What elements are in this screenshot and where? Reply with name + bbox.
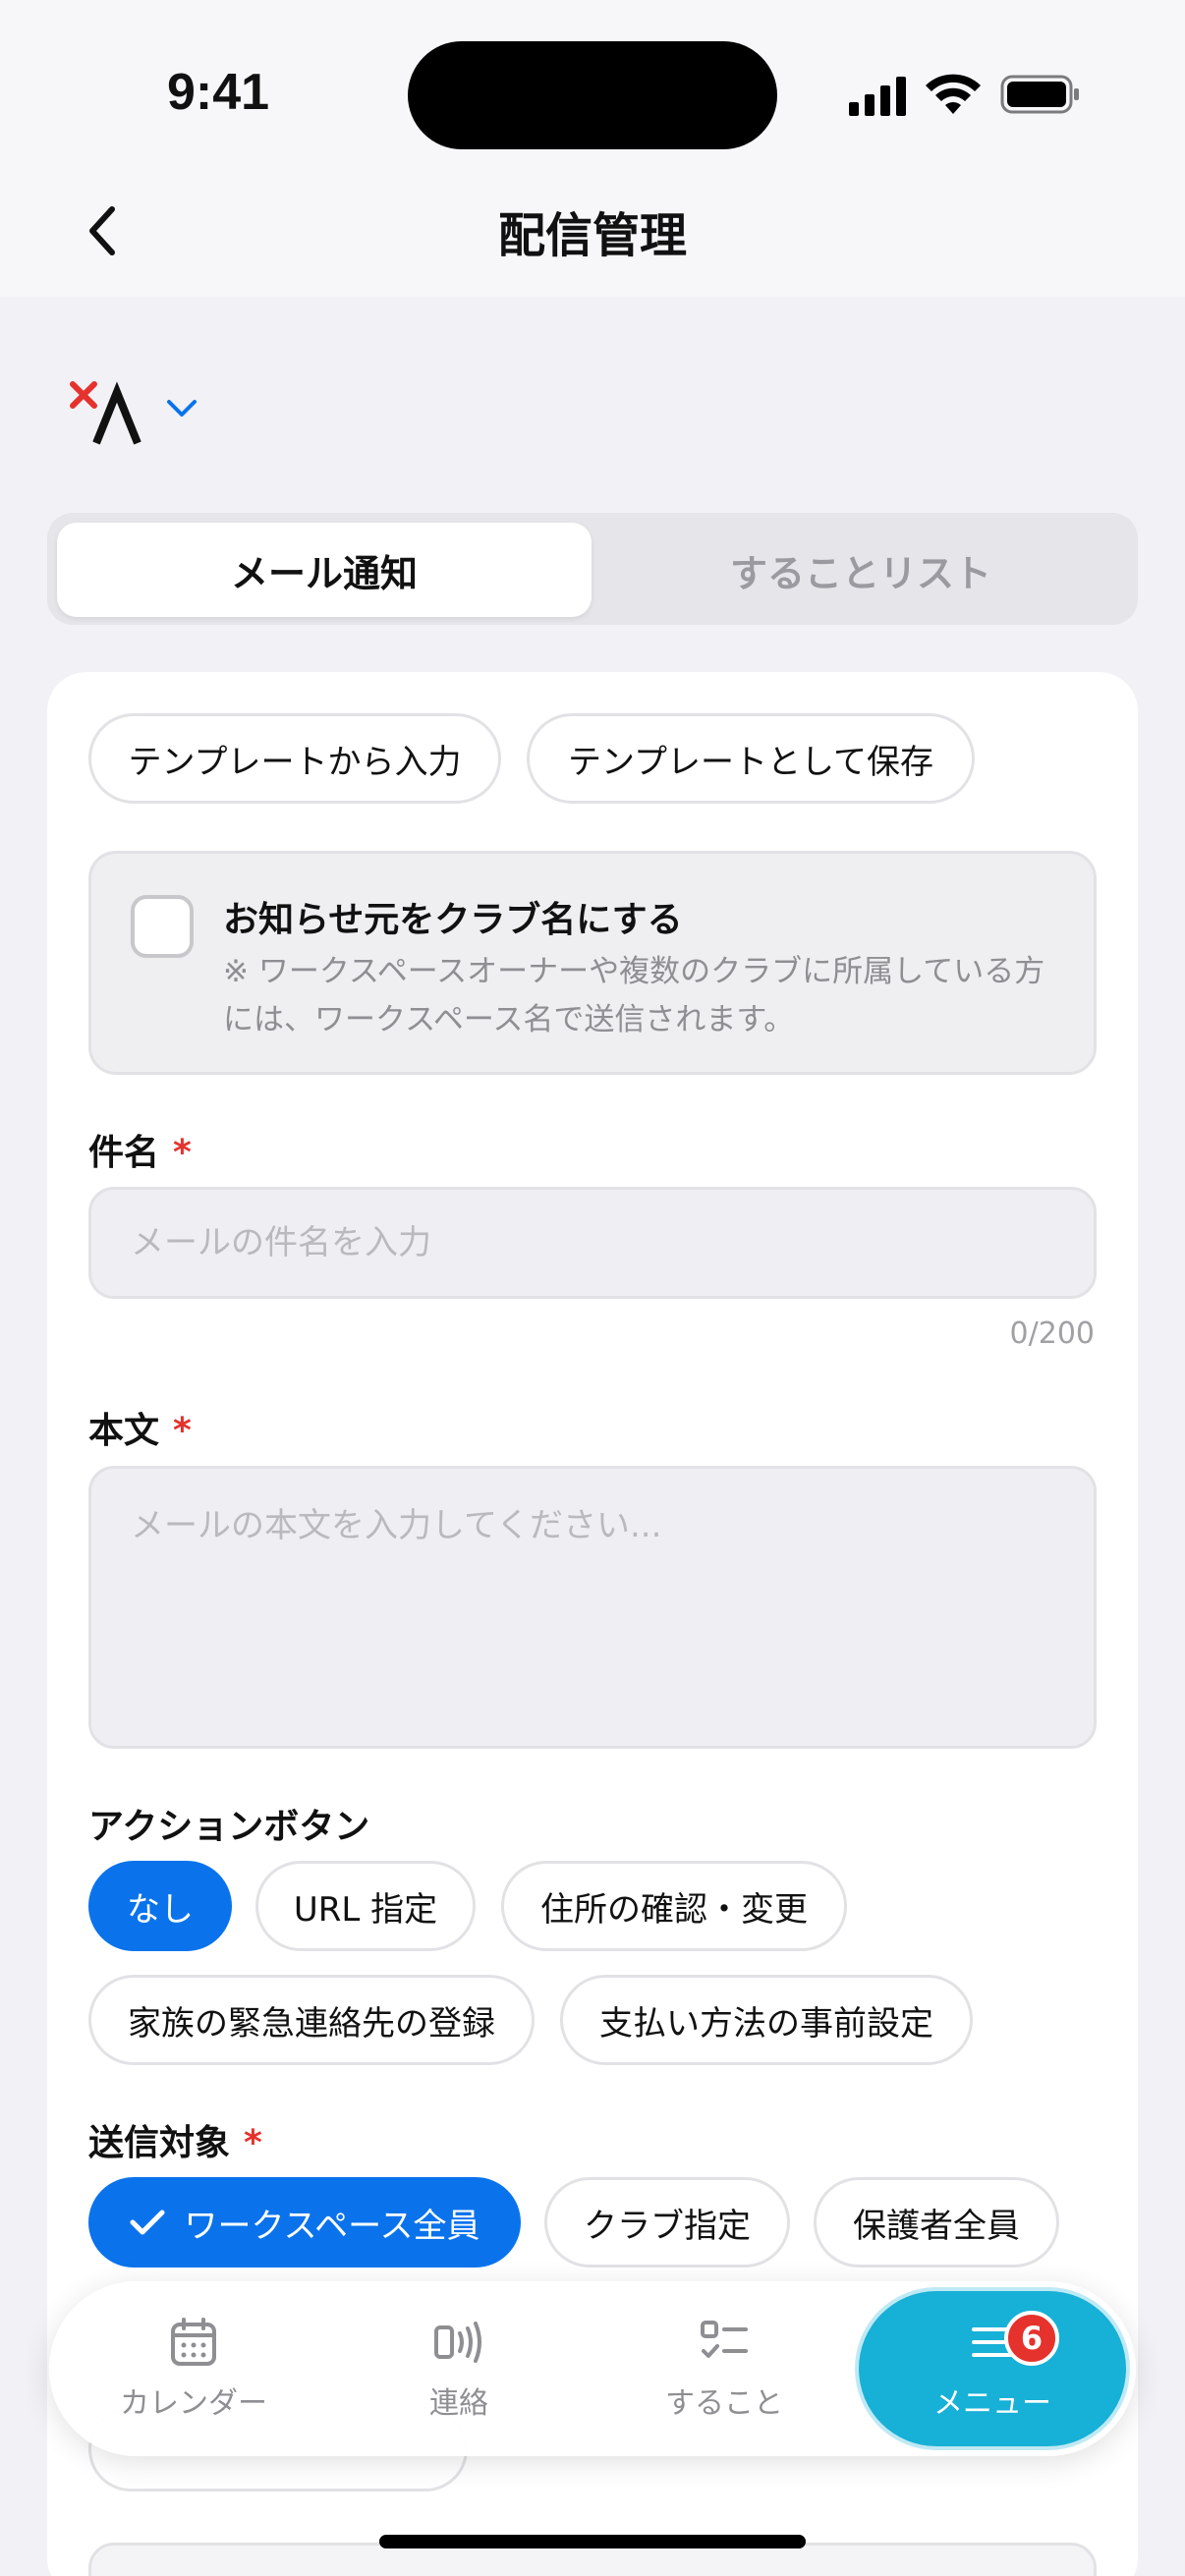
checklist-icon xyxy=(701,2321,748,2358)
status-time: 9:41 xyxy=(167,64,270,121)
chevron-down-icon[interactable] xyxy=(165,396,198,421)
action-option-address[interactable]: 住所の確認・変更 xyxy=(501,1861,847,1951)
club-sender-desc: ※ ワークスペースオーナーや複数のクラブに所属している方には、ワークスペース名で… xyxy=(223,954,1045,1037)
tab-calendar-label: カレンダー xyxy=(120,2386,267,2421)
check-icon xyxy=(130,2210,165,2235)
subject-label: 件名 * xyxy=(88,1133,192,1173)
template-save-button[interactable]: テンプレートとして保存 xyxy=(527,713,975,804)
status-bar: 9:41 xyxy=(0,0,1185,177)
action-option-emergency-contact[interactable]: 家族の緊急連絡先の登録 xyxy=(88,1975,535,2065)
tab-calendar[interactable]: カレンダー xyxy=(71,2281,316,2456)
notification-badge: 6 xyxy=(1004,2311,1059,2366)
broadcast-icon xyxy=(434,2322,481,2363)
action-option-payment[interactable]: 支払い方法の事前設定 xyxy=(560,1975,973,2065)
club-sender-option: お知らせ元をクラブ名にする ※ ワークスペースオーナーや複数のクラブに所属してい… xyxy=(88,851,1097,1075)
page-title: 配信管理 xyxy=(497,208,687,263)
action-option-none[interactable]: なし xyxy=(88,1861,232,1951)
signal-icon xyxy=(849,77,906,116)
tab-menu-label: メニュー xyxy=(933,2386,1051,2421)
segmented-control: メール通知 することリスト xyxy=(47,513,1138,625)
target-option-all-workspace[interactable]: ワークスペース全員 xyxy=(88,2177,521,2268)
required-mark: * xyxy=(173,1411,192,1451)
tab-todo-list[interactable]: することリスト xyxy=(593,523,1128,617)
club-sender-title: お知らせ元をクラブ名にする xyxy=(223,900,683,940)
target-option-club[interactable]: クラブ指定 xyxy=(544,2177,790,2268)
subject-counter: 0/200 xyxy=(1009,1316,1095,1351)
dynamic-island xyxy=(408,41,777,149)
tab-todo-label: すること xyxy=(665,2386,783,2421)
tab-todo[interactable]: すること xyxy=(601,2281,847,2456)
workspace-logo-icon[interactable] xyxy=(69,378,157,447)
tab-bar: カレンダー 連絡 すること メニュー 6 xyxy=(49,2281,1136,2456)
wifi-icon xyxy=(926,74,981,114)
calendar-icon xyxy=(171,2318,216,2366)
required-mark: * xyxy=(244,2123,262,2163)
target-label: 送信対象 * xyxy=(88,2123,262,2163)
required-mark: * xyxy=(173,1133,192,1173)
tab-contact-label: 連絡 xyxy=(429,2386,488,2421)
body-label: 本文 * xyxy=(88,1411,192,1451)
action-option-url[interactable]: URL 指定 xyxy=(255,1861,476,1951)
tab-menu[interactable]: メニュー 6 xyxy=(859,2291,1126,2446)
home-indicator xyxy=(379,2535,806,2548)
action-button-label: アクションボタン xyxy=(88,1807,370,1847)
club-sender-checkbox[interactable] xyxy=(131,895,194,958)
tab-contact[interactable]: 連絡 xyxy=(336,2281,582,2456)
target-option-guardians[interactable]: 保護者全員 xyxy=(814,2177,1059,2268)
tab-email-notification[interactable]: メール通知 xyxy=(57,523,592,617)
back-chevron-icon[interactable] xyxy=(79,201,128,260)
template-load-button[interactable]: テンプレートから入力 xyxy=(88,713,501,804)
subject-input[interactable]: メールの件名を入力 xyxy=(88,1187,1097,1299)
body-textarea[interactable]: メールの本文を入力してください... xyxy=(88,1466,1097,1749)
battery-icon xyxy=(1000,75,1079,114)
